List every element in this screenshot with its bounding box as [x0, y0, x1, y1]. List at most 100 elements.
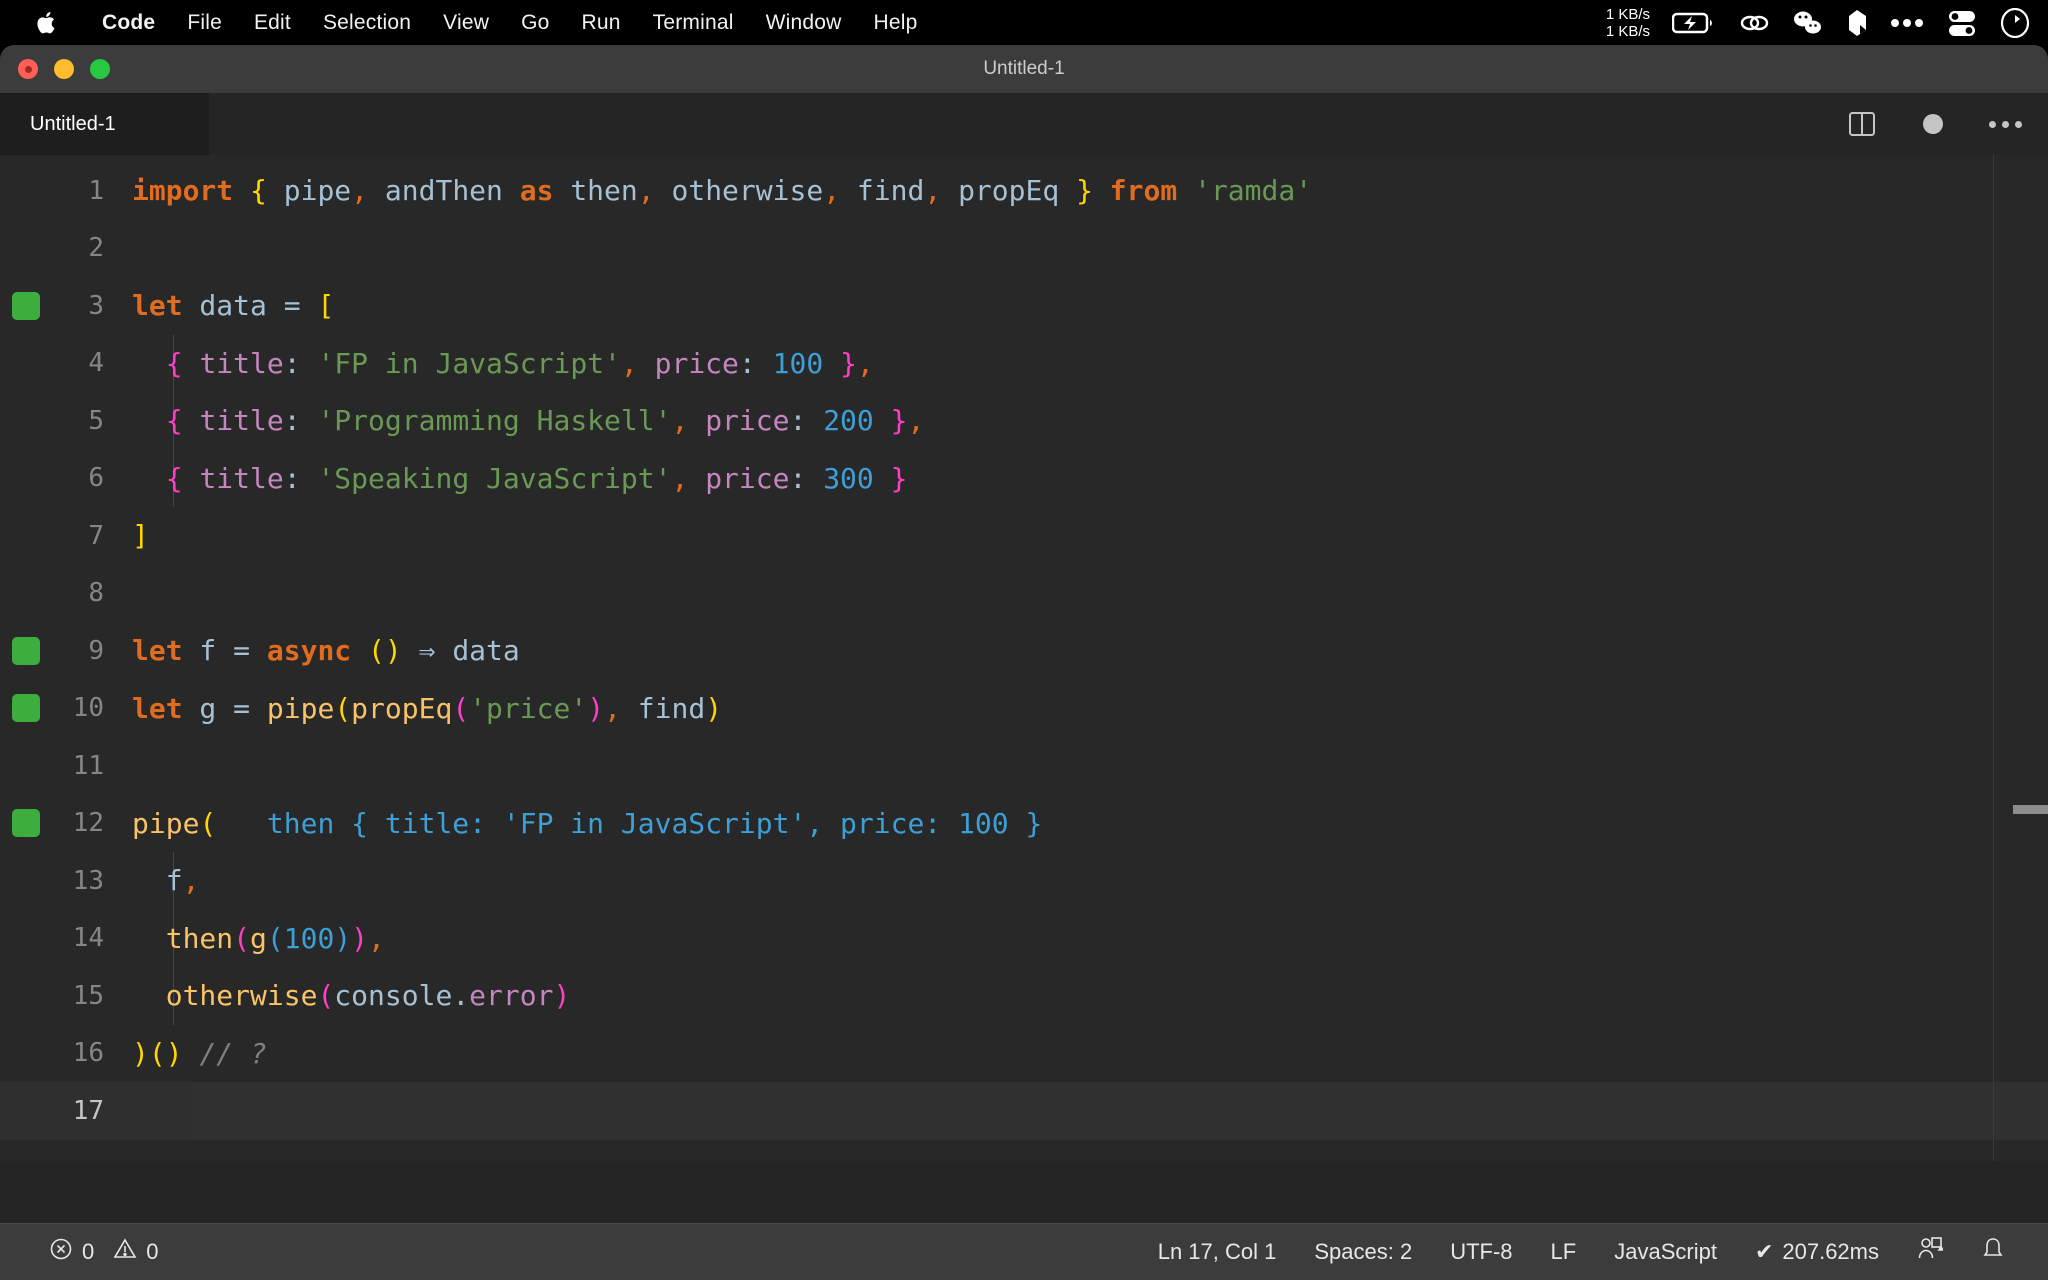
- time-machine-icon[interactable]: [2000, 7, 2030, 38]
- shape-icon[interactable]: [1846, 9, 1868, 37]
- code-line-content: { title: 'Speaking JavaScript', price: 3…: [132, 462, 2048, 495]
- line-number: 14: [72, 923, 104, 954]
- warning-count: 0: [146, 1239, 159, 1264]
- control-center-icon[interactable]: [1946, 9, 1978, 37]
- unsaved-dot-icon[interactable]: [1923, 114, 1943, 134]
- tab-untitled-1[interactable]: Untitled-1: [0, 93, 210, 155]
- vscode-window: Untitled-1 Untitled-1 1 import { pipe, an…: [0, 45, 2048, 1280]
- status-problems[interactable]: 0 0: [30, 1237, 178, 1267]
- code-token: :: [283, 461, 301, 495]
- code-line-8[interactable]: 8: [0, 565, 2048, 623]
- code-token: 100: [283, 921, 335, 955]
- code-line-content: { title: 'Programming Haskell', price: 2…: [132, 404, 2048, 437]
- code-token: ,: [924, 174, 942, 208]
- code-lines-container: 1 import { pipe, andThen as then, otherwi…: [0, 155, 2048, 1140]
- git-added-marker[interactable]: [12, 809, 40, 838]
- code-token: otherwise: [654, 174, 824, 208]
- scrollbar-thumb[interactable]: [2013, 805, 2048, 814]
- menu-item-go[interactable]: Go: [505, 11, 565, 35]
- more-dots-icon[interactable]: [1890, 18, 1924, 28]
- code-token: g: [182, 691, 234, 725]
- code-line-6[interactable]: 6 { title: 'Speaking JavaScript', price:…: [0, 449, 2048, 507]
- code-token: (: [334, 691, 352, 725]
- status-remote-account[interactable]: [1898, 1236, 1962, 1268]
- code-line-9[interactable]: 9 let f = async () ⇒ data: [0, 622, 2048, 680]
- line-number: 5: [88, 405, 104, 436]
- menu-item-edit[interactable]: Edit: [238, 11, 307, 35]
- apple-logo-icon[interactable]: [34, 8, 60, 38]
- status-runtime[interactable]: ✔ 207.62ms: [1736, 1239, 1898, 1265]
- split-editor-icon[interactable]: [1847, 109, 1877, 139]
- menu-item-window[interactable]: Window: [750, 11, 858, 35]
- code-line-content: import { pipe, andThen as then, otherwis…: [132, 174, 2048, 207]
- menu-bar-items: Code File Edit Selection View Go Run Ter…: [0, 8, 934, 38]
- network-speed-indicator[interactable]: 1 KB/s 1 KB/s: [1606, 6, 1650, 40]
- code-token: 100: [772, 346, 824, 380]
- code-line-12[interactable]: 12 pipe( then { title: 'FP in JavaScript'…: [0, 795, 2048, 853]
- code-line-content: f,: [132, 864, 2048, 897]
- git-added-marker[interactable]: [12, 291, 40, 320]
- code-token: ⇒: [401, 634, 453, 668]
- code-token: )(): [132, 1036, 183, 1070]
- link-chain-icon[interactable]: [1738, 11, 1770, 35]
- code-token: =: [233, 691, 251, 725]
- code-line-10[interactable]: 10 let g = pipe(propEq('price'), find): [0, 680, 2048, 738]
- code-token: {: [165, 346, 183, 380]
- status-indentation[interactable]: Spaces: 2: [1295, 1239, 1431, 1265]
- code-token: ): [587, 691, 605, 725]
- code-line-11[interactable]: 11: [0, 737, 2048, 795]
- code-token: 'ramda': [1194, 174, 1313, 208]
- close-button[interactable]: [18, 59, 38, 79]
- code-token: otherwise: [165, 979, 318, 1013]
- maximize-button[interactable]: [90, 59, 110, 79]
- menu-item-file[interactable]: File: [171, 11, 238, 35]
- code-token: andThen: [368, 174, 520, 208]
- status-encoding[interactable]: UTF-8: [1431, 1239, 1531, 1265]
- menu-item-view[interactable]: View: [427, 11, 505, 35]
- menu-item-run[interactable]: Run: [566, 11, 637, 35]
- line-number: 13: [72, 865, 104, 896]
- code-line-14[interactable]: 14 then(g(100)),: [0, 909, 2048, 967]
- code-line-4[interactable]: 4 { title: 'FP in JavaScript', price: 10…: [0, 334, 2048, 392]
- code-token: as: [519, 174, 554, 208]
- code-line-1[interactable]: 1 import { pipe, andThen as then, otherwi…: [0, 162, 2048, 220]
- code-line-15[interactable]: 15 otherwise(console.error): [0, 967, 2048, 1025]
- status-notifications[interactable]: [1962, 1236, 2024, 1268]
- code-line-3[interactable]: 3 let data = [: [0, 277, 2048, 335]
- line-number: 2: [88, 233, 104, 264]
- status-cursor-position[interactable]: Ln 17, Col 1: [1139, 1239, 1296, 1265]
- code-token: title: [199, 404, 284, 438]
- code-line-5[interactable]: 5 { title: 'Programming Haskell', price:…: [0, 392, 2048, 450]
- code-token: :: [283, 404, 301, 438]
- minimize-button[interactable]: [54, 59, 74, 79]
- bell-icon: [1981, 1236, 2005, 1268]
- code-token: pipe: [132, 806, 200, 840]
- code-token: title: [199, 346, 284, 380]
- git-added-marker[interactable]: [12, 636, 40, 665]
- wechat-icon[interactable]: [1792, 10, 1824, 36]
- code-line-16[interactable]: 16)() // ?: [0, 1025, 2048, 1083]
- more-actions-icon[interactable]: [1989, 120, 2022, 128]
- line-number: 4: [88, 348, 104, 379]
- code-token: ,: [671, 404, 689, 438]
- menu-item-help[interactable]: Help: [858, 11, 934, 35]
- code-token: 'Speaking JavaScript': [317, 461, 672, 495]
- code-editor[interactable]: 1 import { pipe, andThen as then, otherwi…: [0, 155, 2048, 1161]
- code-line-7[interactable]: 7]: [0, 507, 2048, 565]
- code-line-13[interactable]: 13 f,: [0, 852, 2048, 910]
- code-token: propEq: [351, 691, 453, 725]
- code-line-17[interactable]: 17: [0, 1082, 2048, 1140]
- status-language-mode[interactable]: JavaScript: [1595, 1239, 1736, 1265]
- battery-charging-icon[interactable]: [1672, 11, 1716, 35]
- code-line-2[interactable]: 2: [0, 220, 2048, 278]
- status-eol[interactable]: LF: [1532, 1239, 1596, 1265]
- git-added-marker[interactable]: [12, 694, 40, 723]
- menu-item-terminal[interactable]: Terminal: [637, 11, 750, 35]
- code-token: let: [132, 691, 183, 725]
- menu-item-selection[interactable]: Selection: [307, 11, 427, 35]
- menu-item-code[interactable]: Code: [86, 11, 171, 35]
